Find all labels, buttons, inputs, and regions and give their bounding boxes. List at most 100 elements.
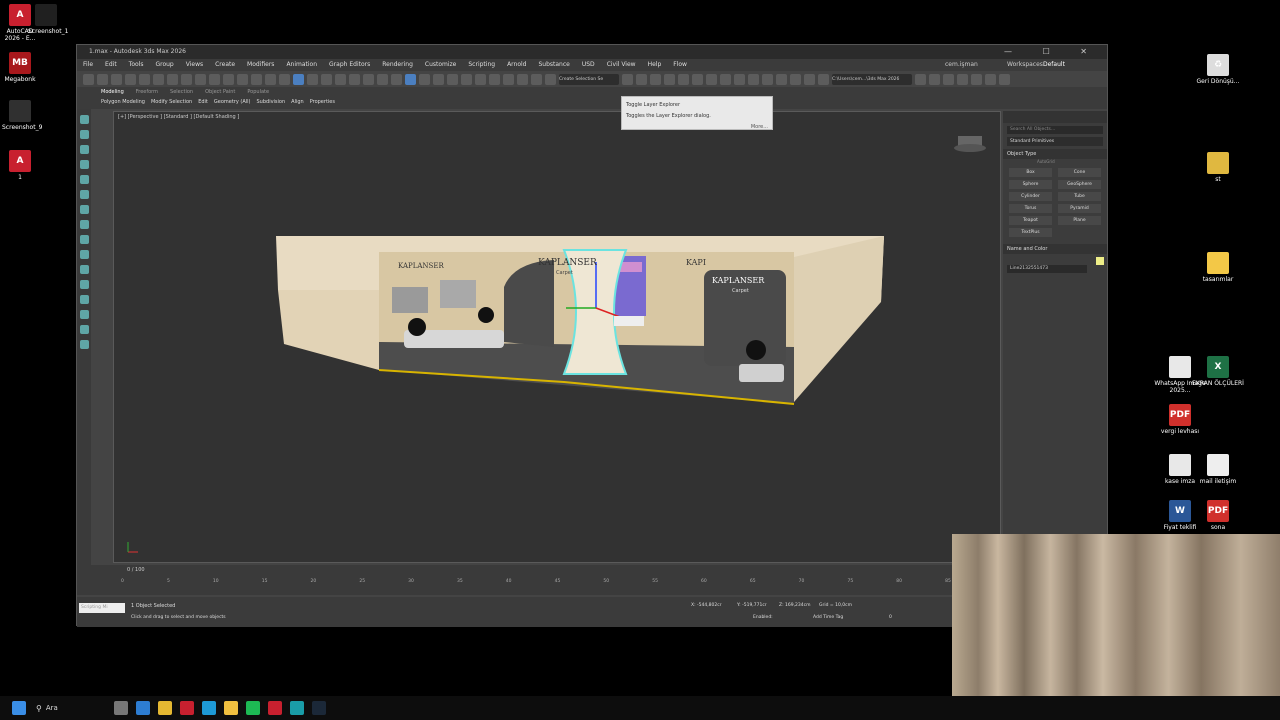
primitive-button[interactable]: Torus	[1009, 204, 1052, 213]
toolbar-button[interactable]	[83, 73, 94, 85]
toolbar-button[interactable]	[636, 73, 647, 85]
toolbar-button[interactable]	[363, 73, 374, 85]
toolbar-button[interactable]	[985, 73, 996, 85]
toolbar-button[interactable]	[181, 73, 192, 85]
tool-icon[interactable]	[79, 340, 89, 349]
toolbar-button[interactable]	[971, 73, 982, 85]
edge-icon[interactable]	[201, 701, 216, 715]
taskbar-search[interactable]: Ara	[46, 704, 106, 712]
toolbar-button[interactable]	[720, 73, 731, 85]
menu-item[interactable]: File	[83, 59, 93, 71]
toolbar-button[interactable]	[734, 73, 745, 85]
toolbar-button[interactable]	[804, 73, 815, 85]
toolbar-button[interactable]	[237, 73, 248, 85]
coord-y[interactable]: Y: -519,771cr	[737, 603, 767, 608]
tool-icon[interactable]	[79, 220, 89, 229]
menu-item[interactable]: Group	[155, 59, 173, 71]
toolbar-button[interactable]	[223, 73, 234, 85]
toolbar-button[interactable]	[391, 73, 402, 85]
project-path[interactable]: C:\Users\cem...\3ds Max 2026	[832, 73, 912, 85]
panel-tabs[interactable]	[1003, 111, 1107, 123]
primitive-button[interactable]: Teapot	[1009, 216, 1052, 225]
primitive-button[interactable]: Cylinder	[1009, 192, 1052, 201]
toolbar-button[interactable]	[167, 73, 178, 85]
tooltip-more-link[interactable]: More...	[626, 122, 768, 133]
menu-item[interactable]: Modifiers	[247, 59, 274, 71]
menu-item[interactable]: Help	[648, 59, 662, 71]
maxscript-listener[interactable]: Scripting Mi	[79, 603, 125, 613]
toolbar-button[interactable]	[111, 73, 122, 85]
workspace-select[interactable]: Default	[1043, 59, 1065, 71]
category-dropdown[interactable]: Standard Primitives	[1007, 137, 1103, 146]
toolbar-button[interactable]	[97, 73, 108, 85]
toolbar-button[interactable]	[776, 73, 787, 85]
toolbar-button[interactable]	[139, 73, 150, 85]
desktop-icon[interactable]: mail iletişim	[1190, 454, 1246, 485]
name-color-header[interactable]: Name and Color	[1003, 244, 1107, 254]
toolbar-button[interactable]	[503, 73, 514, 85]
toolbar-button[interactable]	[915, 73, 926, 85]
ribbon-tab[interactable]: Object Paint	[205, 87, 235, 97]
menu-item[interactable]: Arnold	[507, 59, 526, 71]
tool-icon[interactable]	[79, 325, 89, 334]
toolbar-button[interactable]	[957, 73, 968, 85]
menu-item[interactable]: Customize	[425, 59, 457, 71]
desktop-icon[interactable]: MB Megabonk	[2, 52, 38, 83]
desktop-icon[interactable]: Screenshot_1	[28, 4, 68, 35]
toolbar-button[interactable]	[545, 73, 556, 85]
primitive-button[interactable]: TextPlus	[1009, 228, 1052, 237]
toolbar-button[interactable]	[125, 73, 136, 85]
toolbar-button[interactable]	[692, 73, 703, 85]
tool-icon[interactable]	[79, 130, 89, 139]
ribbon-item[interactable]: Polygon Modeling	[101, 97, 145, 107]
window-controls[interactable]: — ☐ ✕	[1004, 45, 1101, 59]
toolbar-button[interactable]	[929, 73, 940, 85]
ribbon-tab[interactable]: Modeling	[101, 87, 124, 97]
toolbar-button[interactable]	[943, 73, 954, 85]
toolbar-button[interactable]	[461, 73, 472, 85]
ribbon-item[interactable]: Modify Selection	[151, 97, 192, 107]
menu-item[interactable]: Tools	[129, 59, 144, 71]
desktop-icon[interactable]: st	[1190, 152, 1246, 183]
selection-set-dropdown[interactable]: Create Selection Se	[559, 73, 619, 85]
toolbar-button[interactable]	[650, 73, 661, 85]
toolbar-button[interactable]	[622, 73, 633, 85]
title-bar[interactable]: 1.max - Autodesk 3ds Max 2026 — ☐ ✕	[77, 45, 1107, 59]
object-color-swatch[interactable]	[1096, 257, 1105, 265]
toolbar-button[interactable]	[678, 73, 689, 85]
desktop-icon[interactable]: A1	[2, 150, 38, 181]
search-icon[interactable]: ⚲	[36, 704, 42, 713]
toolbar-button[interactable]	[762, 73, 773, 85]
toolbar-button[interactable]	[475, 73, 486, 85]
app-icon[interactable]	[179, 701, 194, 715]
desktop-icon[interactable]: PDF sona	[1190, 500, 1246, 531]
toolbar-button[interactable]	[790, 73, 801, 85]
user-name[interactable]: cem.işman	[945, 59, 978, 71]
menu-item[interactable]: Rendering	[382, 59, 413, 71]
3dsmax-icon[interactable]	[289, 701, 304, 715]
desktop-icon[interactable]: Screenshot_9	[2, 100, 42, 131]
desktop-icon[interactable]: ♻ Geri Dönüşü...	[1190, 54, 1246, 85]
steam-icon[interactable]	[311, 701, 326, 715]
menu-item[interactable]: Views	[186, 59, 203, 71]
toolbar-button[interactable]	[209, 73, 220, 85]
perspective-viewport[interactable]: [+] [Perspective ] [Standard ] [Default …	[113, 111, 1001, 563]
toolbar-button[interactable]	[405, 73, 416, 85]
toolbar-button[interactable]	[999, 73, 1010, 85]
tool-icon[interactable]	[79, 175, 89, 184]
primitive-button[interactable]: GeoSphere	[1058, 180, 1101, 189]
toolbar-button[interactable]	[419, 73, 430, 85]
ribbon-item[interactable]: Subdivision	[257, 97, 286, 107]
toolbar-button[interactable]	[433, 73, 444, 85]
coord-x[interactable]: X: -544,802cr	[691, 603, 722, 608]
tool-icon[interactable]	[79, 160, 89, 169]
tool-icon[interactable]	[79, 310, 89, 319]
desktop-icon[interactable]: PDF vergi levhası	[1152, 404, 1208, 435]
primitive-button[interactable]: Box	[1009, 168, 1052, 177]
toolbar-button[interactable]	[447, 73, 458, 85]
menu-item[interactable]: Substance	[538, 59, 569, 71]
toolbar-button[interactable]	[335, 73, 346, 85]
toolbar-button[interactable]	[321, 73, 332, 85]
ribbon-item[interactable]: Align	[291, 97, 304, 107]
tool-icon[interactable]	[79, 115, 89, 124]
